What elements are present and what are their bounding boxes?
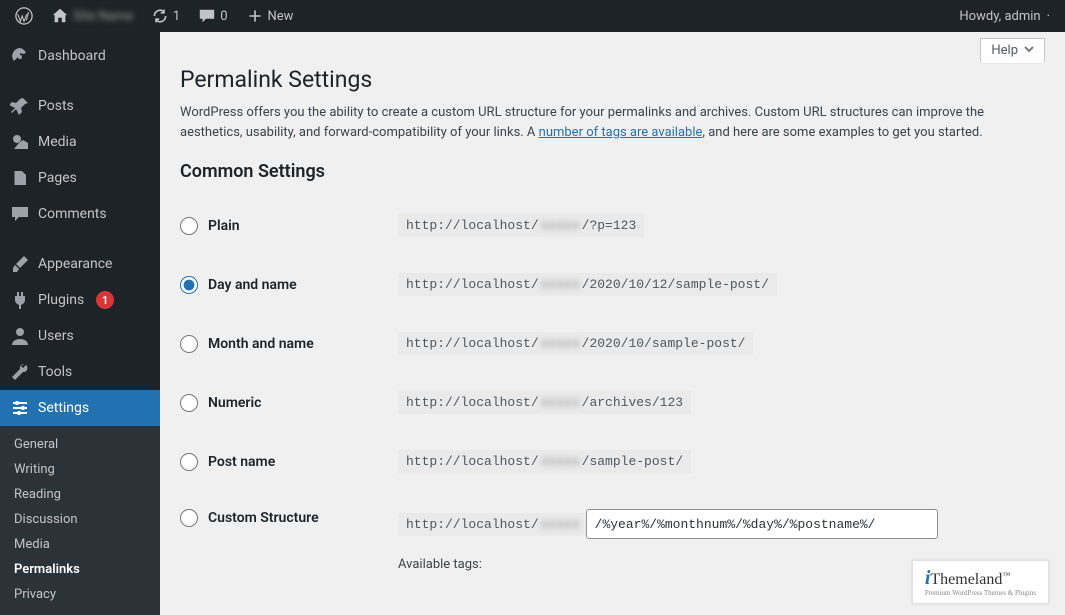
chevron-down-icon — [1024, 43, 1034, 58]
custom-url-base: http://localhost/xxxxx — [398, 513, 586, 536]
radio-numeric[interactable] — [180, 394, 198, 412]
help-label: Help — [991, 43, 1018, 58]
plug-icon — [10, 290, 30, 310]
sidebar-item-settings[interactable]: Settings — [0, 390, 160, 426]
admin-topbar: Site Name 1 0 New Howdy, admin · — [0, 0, 1065, 32]
sample-url-postname: http://localhost/xxxxx/sample-post/ — [398, 450, 691, 473]
option-label[interactable]: Month and name — [208, 336, 314, 352]
wp-logo[interactable] — [8, 0, 40, 32]
greeting-text: Howdy, admin — [959, 9, 1040, 24]
sample-url-numeric: http://localhost/xxxxx/archives/123 — [398, 391, 691, 414]
site-name: Site Name — [73, 9, 133, 24]
new-label: New — [268, 9, 294, 24]
site-home-link[interactable]: Site Name — [44, 0, 140, 32]
page-title: Permalink Settings — [180, 44, 1045, 103]
option-row-numeric: Numeric http://localhost/xxxxx/archives/… — [180, 373, 1045, 432]
brush-icon — [10, 254, 30, 274]
comments-count: 0 — [220, 9, 227, 24]
submenu-reading[interactable]: Reading — [0, 482, 160, 507]
submenu-writing[interactable]: Writing — [0, 457, 160, 482]
option-label[interactable]: Post name — [208, 454, 275, 470]
option-row-monthname: Month and name http://localhost/xxxxx/20… — [180, 314, 1045, 373]
tags-available-link[interactable]: number of tags are available — [539, 125, 703, 140]
sidebar-item-label: Pages — [38, 170, 77, 186]
sidebar-item-label: Dashboard — [38, 48, 106, 64]
refresh-icon — [151, 7, 169, 25]
sidebar-item-comments[interactable]: Comments — [0, 196, 160, 232]
option-label[interactable]: Day and name — [208, 277, 297, 293]
comments-link[interactable]: 0 — [191, 0, 234, 32]
sliders-icon — [10, 398, 30, 418]
sidebar-item-appearance[interactable]: Appearance — [0, 246, 160, 282]
sidebar-item-label: Users — [38, 328, 74, 344]
pages-icon — [10, 168, 30, 188]
media-icon — [10, 132, 30, 152]
sidebar-item-label: Settings — [38, 400, 89, 416]
wordpress-icon — [15, 7, 33, 25]
option-row-plain: Plain http://localhost/xxxxx/?p=123 — [180, 196, 1045, 255]
sidebar-item-tools[interactable]: Tools — [0, 354, 160, 390]
sidebar-item-label: Posts — [38, 98, 74, 114]
submenu-general[interactable]: General — [0, 432, 160, 457]
option-row-dayname: Day and name http://localhost/xxxxx/2020… — [180, 255, 1045, 314]
submenu-discussion[interactable]: Discussion — [0, 507, 160, 532]
available-tags-label: Available tags: — [398, 557, 482, 572]
sample-url-monthname: http://localhost/xxxxx/2020/10/sample-po… — [398, 332, 753, 355]
updates-count: 1 — [173, 9, 180, 24]
dashboard-icon — [10, 46, 30, 66]
sidebar-item-label: Tools — [38, 364, 72, 380]
user-icon — [10, 326, 30, 346]
sidebar-item-posts[interactable]: Posts — [0, 88, 160, 124]
radio-post-name[interactable] — [180, 453, 198, 471]
comment-icon — [198, 7, 216, 25]
sidebar-item-label: Comments — [38, 206, 107, 222]
updates-link[interactable]: 1 — [144, 0, 187, 32]
option-label[interactable]: Numeric — [208, 395, 261, 411]
sidebar-item-users[interactable]: Users — [0, 318, 160, 354]
radio-day-and-name[interactable] — [180, 276, 198, 294]
submenu-media[interactable]: Media — [0, 532, 160, 557]
option-label[interactable]: Plain — [208, 218, 240, 234]
sample-url-dayname: http://localhost/xxxxx/2020/10/12/sample… — [398, 273, 777, 296]
account-link[interactable]: Howdy, admin · — [952, 0, 1057, 32]
help-tab[interactable]: Help — [980, 38, 1045, 63]
sidebar-item-dashboard[interactable]: Dashboard — [0, 38, 160, 74]
sidebar-item-plugins[interactable]: Plugins 1 — [0, 282, 160, 318]
option-label[interactable]: Custom Structure — [208, 510, 319, 526]
sidebar-item-pages[interactable]: Pages — [0, 160, 160, 196]
sidebar-item-label: Appearance — [38, 256, 112, 272]
pin-icon — [10, 96, 30, 116]
intro-paragraph: WordPress offers you the ability to crea… — [180, 103, 1045, 143]
content-area: Help Permalink Settings WordPress offers… — [160, 32, 1065, 608]
ithemeland-logo: iThemeland™ Premium WordPress Themes & P… — [912, 560, 1049, 604]
submenu-privacy[interactable]: Privacy — [0, 582, 160, 607]
option-row-postname: Post name http://localhost/xxxxx/sample-… — [180, 432, 1045, 491]
custom-structure-input[interactable] — [586, 509, 938, 539]
wrench-icon — [10, 362, 30, 382]
radio-custom-structure[interactable] — [180, 509, 198, 527]
submenu-permalinks[interactable]: Permalinks — [0, 557, 160, 582]
sample-url-plain: http://localhost/xxxxx/?p=123 — [398, 214, 644, 237]
settings-submenu: General Writing Reading Discussion Media… — [0, 426, 160, 615]
home-icon — [51, 7, 69, 25]
radio-plain[interactable] — [180, 217, 198, 235]
plugins-update-badge: 1 — [96, 291, 114, 309]
sidebar-item-label: Plugins — [38, 292, 84, 308]
sidebar-item-label: Media — [38, 134, 77, 150]
plus-icon — [246, 7, 264, 25]
radio-month-and-name[interactable] — [180, 335, 198, 353]
admin-sidebar: Dashboard Posts Media Pages Comments App… — [0, 32, 160, 608]
common-settings-heading: Common Settings — [180, 161, 1045, 182]
sidebar-item-media[interactable]: Media — [0, 124, 160, 160]
new-content-link[interactable]: New — [239, 0, 301, 32]
comment-icon — [10, 204, 30, 224]
